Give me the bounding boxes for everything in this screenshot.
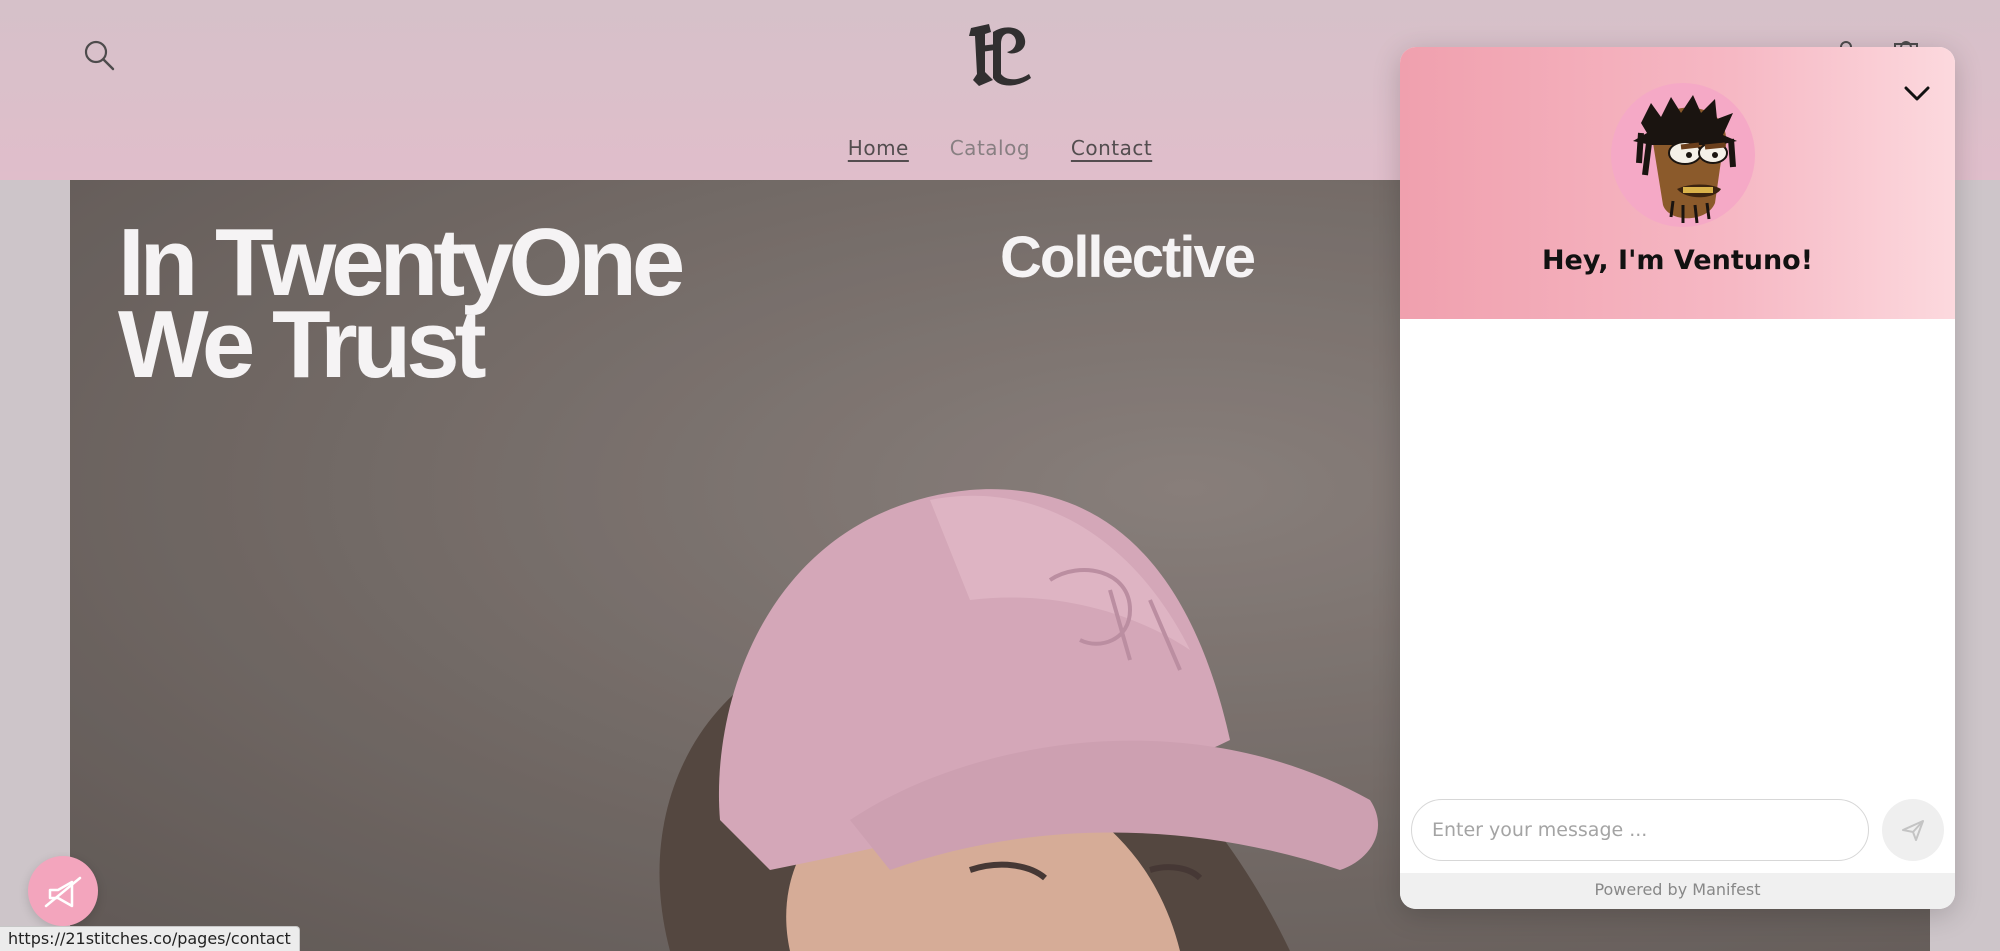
chat-widget: Hey, I'm Ventuno! Powered by Manifest xyxy=(1400,47,1955,909)
send-icon xyxy=(1902,820,1924,841)
hero-title-line2: We Trust xyxy=(118,291,487,398)
search-icon[interactable] xyxy=(82,38,116,72)
megaphone-off-icon xyxy=(44,876,82,908)
bot-avatar xyxy=(1611,83,1755,227)
chevron-down-icon[interactable] xyxy=(1901,77,1933,109)
message-input[interactable] xyxy=(1411,799,1869,861)
nav-catalog[interactable]: Catalog xyxy=(950,136,1030,160)
nav-home[interactable]: Home xyxy=(848,136,909,160)
hero-collective-text: Collective xyxy=(1000,225,1256,290)
send-button[interactable] xyxy=(1882,799,1944,861)
chat-messages-area xyxy=(1400,319,1955,829)
powered-by-footer[interactable]: Powered by Manifest xyxy=(1400,873,1955,909)
chat-header: Hey, I'm Ventuno! xyxy=(1400,47,1955,319)
status-bar-url: https://21stitches.co/pages/contact xyxy=(0,926,300,951)
chat-launcher-button[interactable] xyxy=(28,856,98,926)
site-logo[interactable] xyxy=(965,22,1035,88)
chat-title: Hey, I'm Ventuno! xyxy=(1541,245,1814,276)
nav-contact[interactable]: Contact xyxy=(1071,136,1152,160)
hero-title: In TwentyOne We Trust xyxy=(118,215,685,398)
